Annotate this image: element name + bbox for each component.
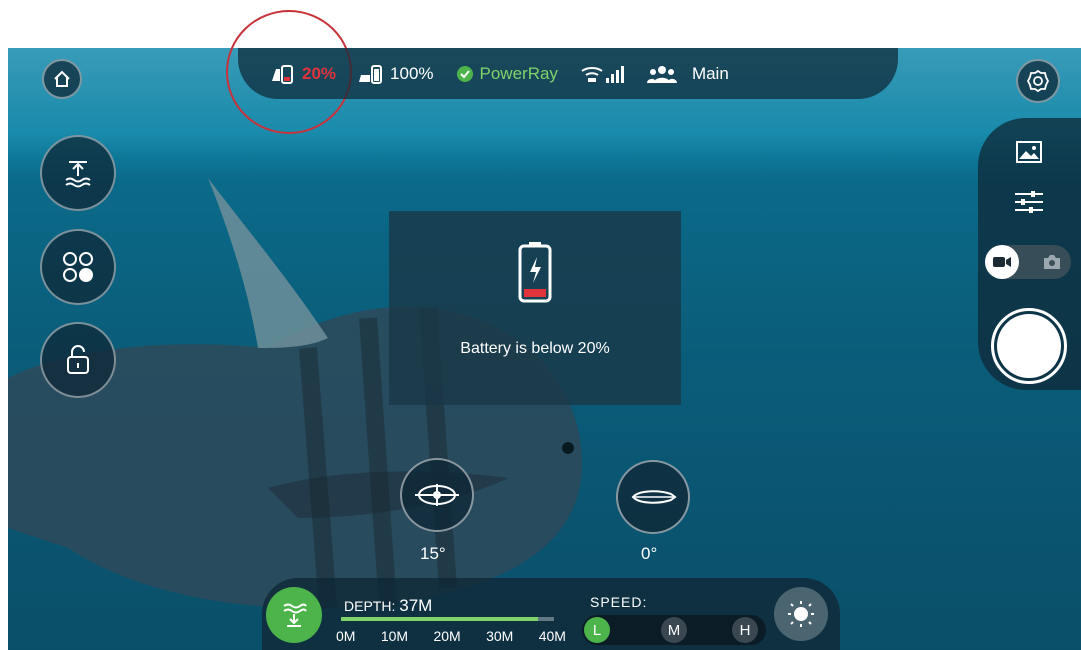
depth-readout: DEPTH: 37M bbox=[344, 596, 432, 616]
depth-tick: 0M bbox=[336, 628, 356, 644]
unlock-icon bbox=[67, 345, 89, 374]
home-button[interactable] bbox=[42, 59, 82, 99]
pitch-control[interactable] bbox=[400, 458, 474, 532]
shutter-button[interactable] bbox=[991, 308, 1067, 384]
mode-indicator[interactable]: Main bbox=[646, 64, 729, 84]
adjust-icon bbox=[1015, 191, 1043, 213]
connection-name: PowerRay bbox=[479, 63, 558, 83]
drone-battery-value: 100% bbox=[390, 63, 434, 83]
low-battery-icon bbox=[518, 242, 552, 303]
status-bar: 20% 100% PowerRay Main bbox=[238, 48, 898, 99]
depth-tick: 10M bbox=[380, 628, 409, 644]
pitch-icon bbox=[415, 484, 459, 506]
light-icon bbox=[788, 601, 814, 627]
speed-low-button[interactable]: L bbox=[584, 617, 610, 643]
depth-tick: 20M bbox=[433, 628, 461, 644]
camera-icon bbox=[1044, 255, 1060, 269]
users-icon bbox=[646, 65, 677, 83]
drone-battery-icon bbox=[359, 64, 383, 84]
roll-value: 0° bbox=[641, 544, 658, 563]
depth-tick: 40M bbox=[538, 628, 566, 644]
depth-gauge-fill bbox=[341, 617, 539, 621]
surface-icon bbox=[65, 161, 91, 188]
roll-icon bbox=[631, 490, 677, 504]
phone-battery-value: 20% bbox=[302, 63, 337, 83]
depth-gauge bbox=[341, 617, 554, 621]
speed-label: SPEED: bbox=[590, 594, 648, 610]
video-mode-button[interactable] bbox=[985, 245, 1019, 279]
check-icon bbox=[456, 65, 473, 82]
surface-button[interactable] bbox=[40, 135, 116, 211]
battery-warning-toast: Battery is below 20% bbox=[389, 211, 681, 405]
speed-high-button[interactable]: H bbox=[732, 617, 758, 643]
mode-label: Main bbox=[691, 63, 729, 83]
connection-status: PowerRay bbox=[456, 64, 558, 84]
gallery-button[interactable] bbox=[1014, 139, 1044, 165]
shutter-icon bbox=[997, 314, 1061, 378]
battery-warning-message: Battery is below 20% bbox=[460, 340, 610, 357]
video-icon bbox=[993, 257, 1011, 267]
settings-button[interactable] bbox=[1016, 59, 1060, 103]
gallery-icon bbox=[1016, 141, 1042, 163]
speed-medium-button[interactable]: M bbox=[661, 617, 687, 643]
depth-value: 37M bbox=[399, 596, 433, 615]
anchor-button[interactable] bbox=[266, 587, 322, 643]
anchor-icon bbox=[283, 603, 307, 627]
drone-battery: 100% bbox=[358, 63, 434, 85]
roll-control[interactable] bbox=[616, 460, 690, 534]
phone-battery: 20% bbox=[270, 63, 336, 85]
phone-battery-icon bbox=[272, 64, 293, 84]
adjust-button[interactable] bbox=[1012, 188, 1046, 216]
light-button[interactable] bbox=[774, 587, 828, 641]
settings-icon bbox=[1026, 69, 1050, 93]
depth-label: DEPTH: bbox=[344, 598, 396, 614]
photo-mode-button[interactable] bbox=[1039, 249, 1065, 275]
pitch-value: 15° bbox=[420, 544, 446, 563]
home-icon bbox=[54, 70, 70, 87]
lock-button[interactable] bbox=[40, 322, 116, 398]
depth-ticks: 0M 10M 20M 30M 40M bbox=[336, 628, 566, 644]
wifi-signal-icon bbox=[581, 65, 624, 83]
modes-button[interactable] bbox=[40, 229, 116, 305]
modes-icon bbox=[63, 252, 93, 282]
depth-tick: 30M bbox=[486, 628, 514, 644]
